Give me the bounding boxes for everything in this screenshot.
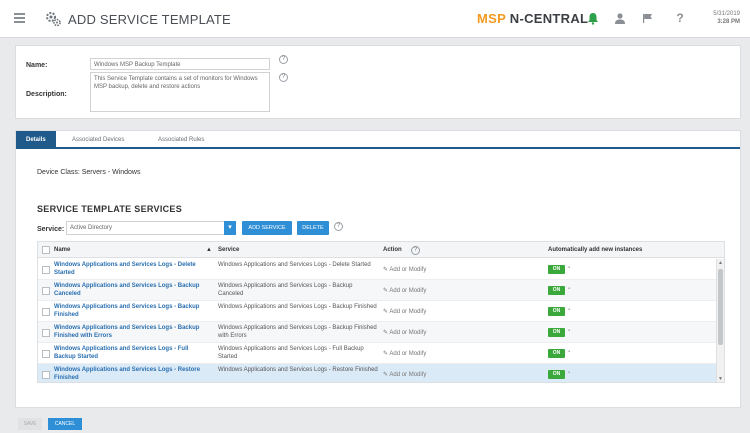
auto-add-toggle[interactable]: ON <box>548 265 565 274</box>
row-checkbox[interactable] <box>42 287 50 295</box>
row-name-link[interactable]: Windows Applications and Services Logs -… <box>54 345 204 361</box>
row-checkbox[interactable] <box>42 266 50 274</box>
auto-add-toggle[interactable]: ON <box>548 286 565 295</box>
description-input[interactable]: This Service Template contains a set of … <box>90 72 270 112</box>
row-name-link[interactable]: Windows Applications and Services Logs -… <box>54 303 204 319</box>
row-action[interactable]: ✎ Add or Modify <box>383 329 426 336</box>
row-action[interactable]: ✎ Add or Modify <box>383 350 426 357</box>
save-button[interactable]: SAVE <box>18 418 42 430</box>
menu-icon[interactable] <box>14 13 25 23</box>
toggle-off-side[interactable]: ▪ <box>568 328 570 334</box>
action-help-icon[interactable]: ? <box>411 246 420 255</box>
auto-add-toggle[interactable]: ON <box>548 307 565 316</box>
device-class: Device Class: Servers - Windows <box>37 169 141 176</box>
clock: 5/31/2019 3:28 PM <box>713 11 740 25</box>
row-name-link[interactable]: Windows Applications and Services Logs -… <box>54 324 204 340</box>
service-label: Service: <box>37 226 65 233</box>
column-auto-add: Automatically add new instances <box>548 247 643 253</box>
description-help-icon[interactable]: ? <box>279 73 288 82</box>
chevron-down-icon[interactable]: ▾ <box>224 221 236 235</box>
brand-logo: MSP N-CENTRAL <box>477 11 589 26</box>
help-icon[interactable]: ? <box>672 10 688 26</box>
row-service: Windows Applications and Services Logs -… <box>218 283 353 297</box>
row-service: Windows Applications and Services Logs -… <box>218 262 371 268</box>
auto-add-toggle[interactable]: ON <box>548 349 565 358</box>
gears-icon <box>46 12 61 27</box>
scroll-up-icon[interactable]: ▲ <box>718 260 723 266</box>
row-checkbox[interactable] <box>42 371 50 379</box>
row-action[interactable]: ✎ Add or Modify <box>383 371 426 378</box>
service-help-icon[interactable]: ? <box>334 222 343 231</box>
row-name-link[interactable]: Windows Applications and Services Logs -… <box>54 282 204 298</box>
toggle-off-side[interactable]: ▪ <box>568 370 570 376</box>
table-row[interactable]: Windows Applications and Services Logs -… <box>38 343 716 364</box>
row-service: Windows Applications and Services Logs -… <box>218 346 364 360</box>
table-row[interactable]: Windows Applications and Services Logs -… <box>38 280 716 301</box>
sort-asc-icon[interactable]: ▲ <box>206 242 212 258</box>
flag-icon[interactable] <box>640 10 656 26</box>
name-help-icon[interactable]: ? <box>279 55 288 64</box>
section-title: SERVICE TEMPLATE SERVICES <box>37 204 183 214</box>
bell-icon[interactable] <box>585 10 601 26</box>
description-label: Description: <box>26 91 67 98</box>
auto-add-toggle[interactable]: ON <box>548 370 565 379</box>
row-action[interactable]: ✎ Add or Modify <box>383 266 426 273</box>
row-service: Windows Applications and Services Logs -… <box>218 304 377 310</box>
page-title: ADD SERVICE TEMPLATE <box>68 12 231 27</box>
top-bar: ADD SERVICE TEMPLATE MSP N-CENTRAL ? 5/3… <box>0 0 750 38</box>
delete-button[interactable]: DELETE <box>297 221 329 235</box>
row-checkbox[interactable] <box>42 308 50 316</box>
auto-add-toggle[interactable]: ON <box>548 328 565 337</box>
row-checkbox[interactable] <box>42 329 50 337</box>
row-checkbox[interactable] <box>42 350 50 358</box>
table-row[interactable]: Windows Applications and Services Logs -… <box>38 259 716 280</box>
template-form: Name: Windows MSP Backup Template ? Desc… <box>15 45 741 119</box>
row-service: Windows Applications and Services Logs -… <box>218 367 378 373</box>
scroll-down-icon[interactable]: ▼ <box>718 376 723 382</box>
table-scrollbar[interactable]: ▲ ▼ <box>716 259 724 382</box>
name-label: Name: <box>26 62 48 69</box>
column-service[interactable]: Service <box>218 242 239 258</box>
table-row[interactable]: Windows Applications and Services Logs -… <box>38 301 716 322</box>
row-action[interactable]: ✎ Add or Modify <box>383 287 426 294</box>
row-action[interactable]: ✎ Add or Modify <box>383 308 426 315</box>
toggle-off-side[interactable]: ▪ <box>568 349 570 355</box>
row-name-link[interactable]: Windows Applications and Services Logs -… <box>54 366 204 382</box>
details-panel: Details Associated Devices Associated Ru… <box>15 130 741 408</box>
table-row[interactable]: Windows Applications and Services Logs -… <box>38 322 716 343</box>
column-action: Action <box>383 247 402 253</box>
table-row-selected[interactable]: Windows Applications and Services Logs -… <box>38 364 716 382</box>
column-name[interactable]: Name <box>54 242 70 258</box>
service-select[interactable]: Active Directory <box>66 221 230 235</box>
tab-associated-devices[interactable]: Associated Devices <box>62 131 134 149</box>
user-icon[interactable] <box>612 10 628 26</box>
toggle-off-side[interactable]: ▪ <box>568 265 570 271</box>
tab-associated-rules[interactable]: Associated Rules <box>148 131 214 149</box>
select-all-checkbox[interactable] <box>42 246 50 254</box>
row-service: Windows Applications and Services Logs -… <box>218 325 377 339</box>
scroll-thumb[interactable] <box>718 269 723 345</box>
tab-bar: Details Associated Devices Associated Ru… <box>16 131 740 149</box>
toggle-off-side[interactable]: ▪ <box>568 286 570 292</box>
cancel-button[interactable]: CANCEL <box>48 418 82 430</box>
services-table: Name ▲ Service Action ? Automatically ad… <box>37 241 725 383</box>
toggle-off-side[interactable]: ▪ <box>568 307 570 313</box>
table-header: Name ▲ Service Action ? Automatically ad… <box>38 242 724 258</box>
add-service-button[interactable]: ADD SERVICE <box>242 221 292 235</box>
name-input[interactable]: Windows MSP Backup Template <box>90 58 270 70</box>
tab-details[interactable]: Details <box>16 131 56 149</box>
row-name-link[interactable]: Windows Applications and Services Logs -… <box>54 261 204 277</box>
